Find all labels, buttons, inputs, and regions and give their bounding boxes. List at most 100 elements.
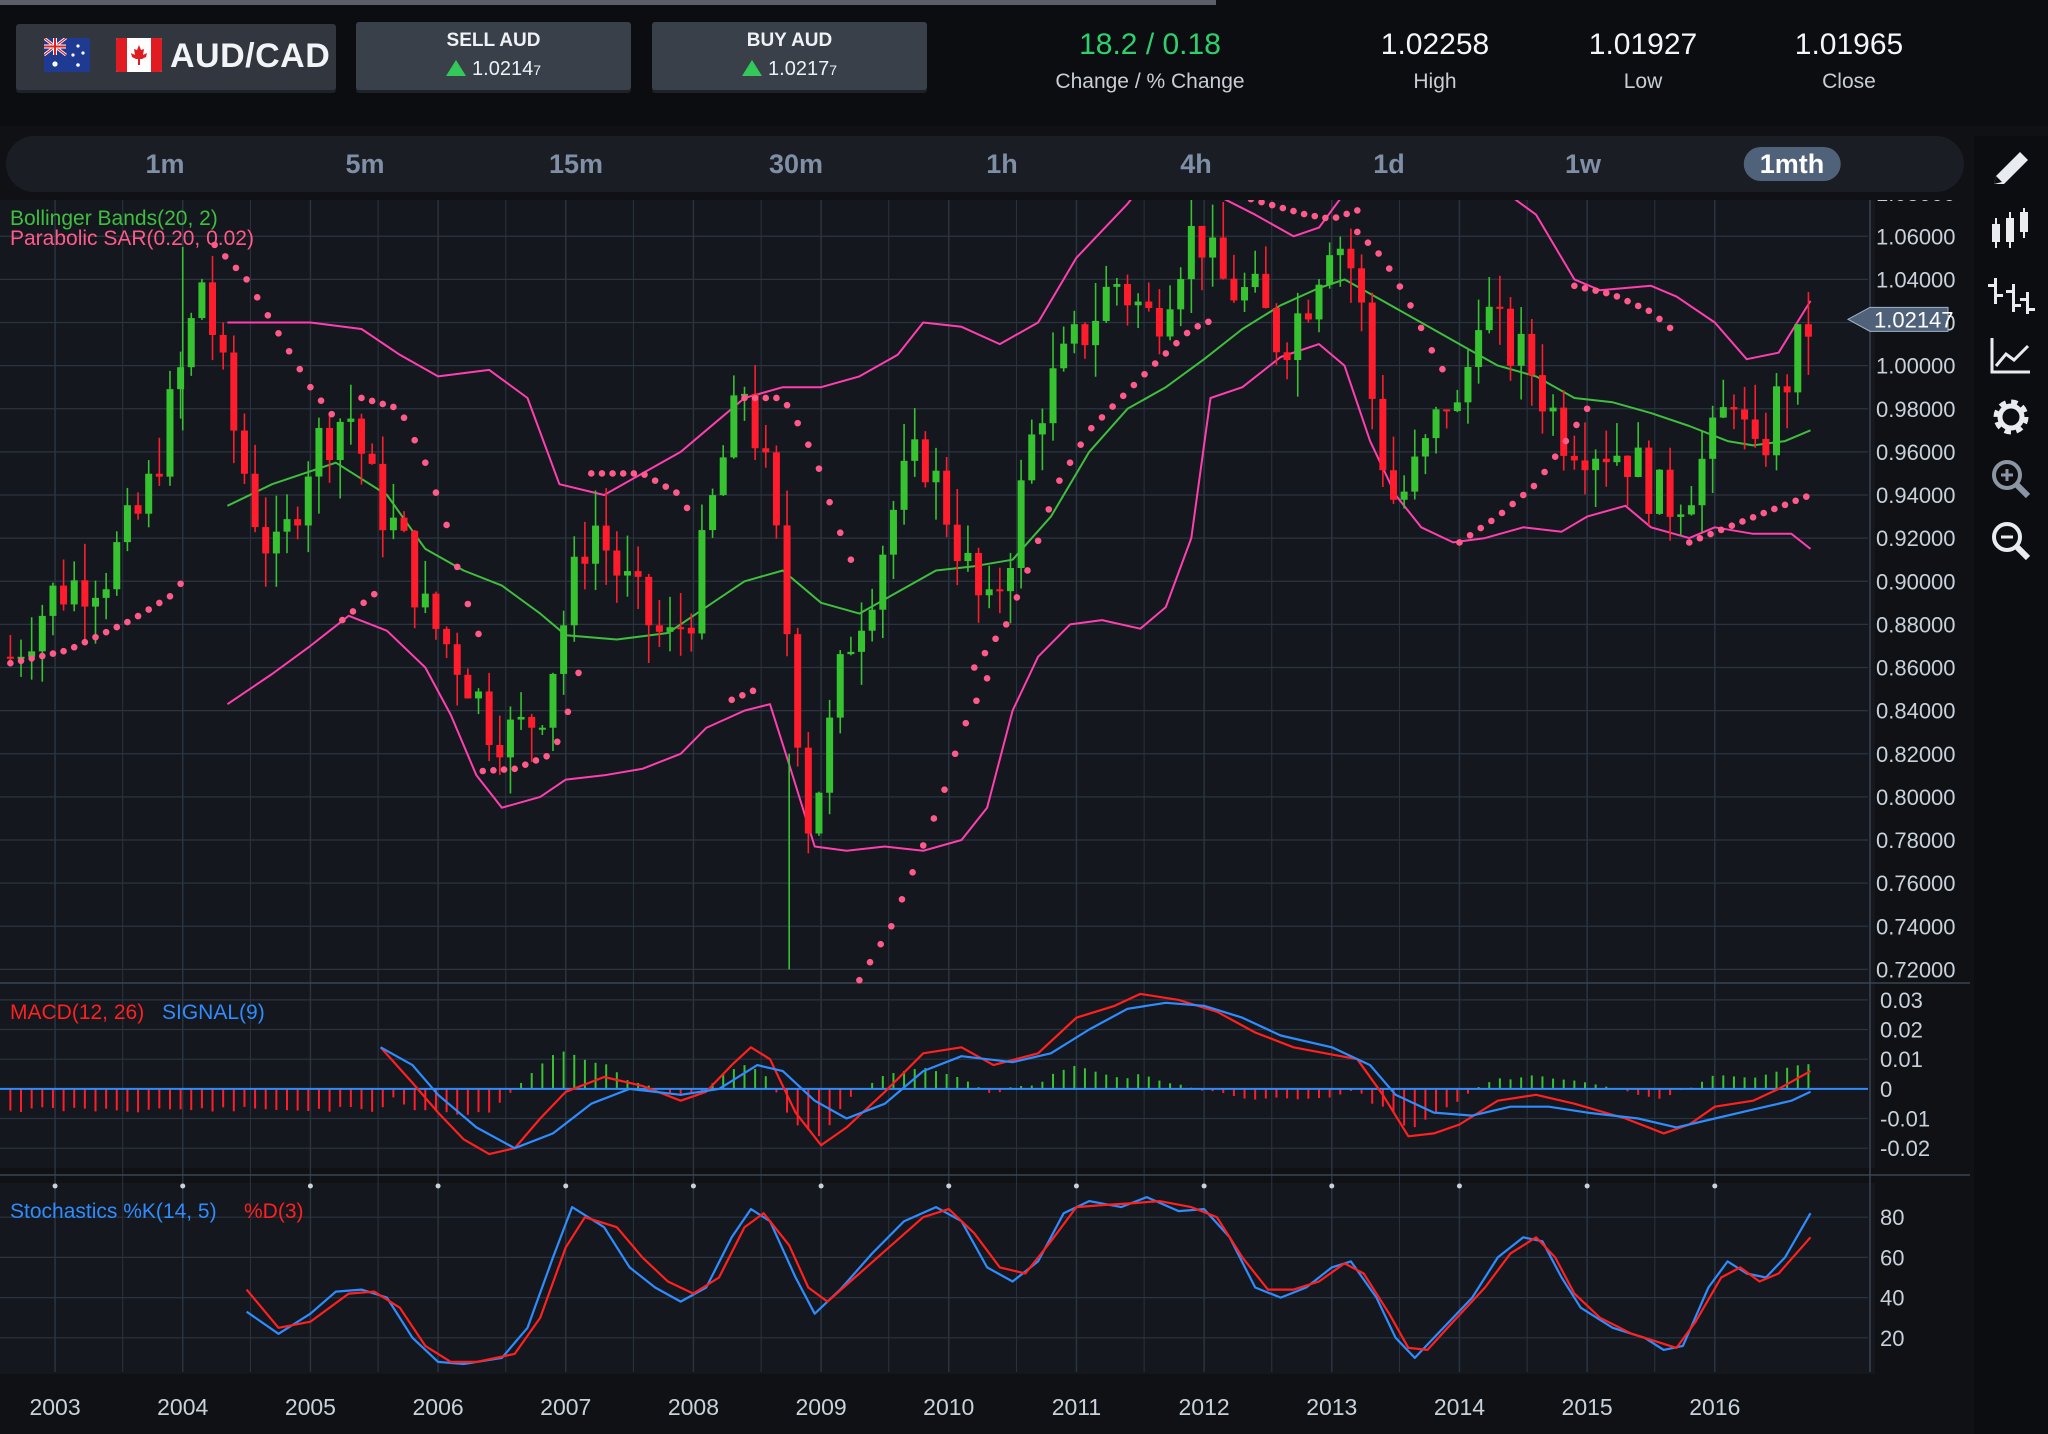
sar-dot [1407,302,1414,309]
x-tick-label: 2014 [1434,1394,1485,1420]
sar-dot [866,958,874,966]
candle-bearish [379,463,387,531]
sar-dot [307,383,314,391]
sar-dot [39,652,46,660]
candle-bearish [581,556,589,564]
instrument-name: AUD/CAD [170,37,331,75]
sar-dot [1119,392,1127,400]
sar-dot [751,394,759,402]
candle-bullish [1092,320,1100,346]
tab-1mth[interactable]: 1mth [1743,147,1841,181]
sar-dot [1685,539,1693,546]
candle-bearish [60,585,68,605]
sar-dot [1562,437,1570,445]
instrument-selector[interactable]: AUD/CAD [16,24,336,90]
candle-bullish [113,542,121,590]
candle-bearish [1528,333,1536,376]
candle-bullish [1634,447,1642,477]
candle-bearish [240,430,248,474]
x-tick-label: 2005 [285,1394,336,1420]
stochastics-tick-label: 20 [1880,1326,1904,1351]
price-tick-label: 0.96000 [1876,440,1956,465]
sar-dot [1509,500,1516,508]
candle-bullish [91,597,99,607]
sell-button[interactable]: SELL AUD 1.02147 [356,22,631,90]
candle-bullish [719,457,727,496]
sar-dot [17,657,25,665]
candle-bearish [762,448,770,453]
buy-label: BUY AUD [746,30,833,51]
sar-dot [422,459,429,466]
candle-bullish [198,282,206,319]
sar-dot [360,599,367,607]
candle-bullish [1698,458,1706,506]
buy-button[interactable]: BUY AUD 1.02177 [652,22,927,90]
tab-30m[interactable]: 30m [753,147,839,181]
candle-bearish [1230,278,1238,301]
sar-dot [1205,318,1212,326]
sar-dot [1354,207,1361,214]
australia-flag-icon [44,38,90,72]
sar-dot [1045,506,1053,513]
macd-tick-label: -0.01 [1880,1107,1930,1132]
candle-bullish [836,654,844,718]
grid-dot [435,1183,441,1189]
candle-bearish [687,627,695,634]
sar-dot [221,253,229,260]
candle-bearish [1379,398,1387,471]
candle-bearish [1804,324,1812,337]
candle-bullish [847,651,855,655]
price-tick-label: 0.72000 [1876,957,1956,982]
candle-bearish [1496,306,1504,309]
tab-1w[interactable]: 1w [1549,147,1617,181]
candle-bearish [134,505,142,514]
zoom-out-icon[interactable] [1982,512,2040,570]
line-chart-icon[interactable] [1982,326,2040,384]
candle-bearish [1762,438,1770,456]
candle-bearish [496,745,504,758]
sar-dot [1613,293,1621,300]
pencil-icon[interactable] [1982,140,2040,198]
sar-dot [749,687,757,695]
tool-sidebar [1974,136,2048,1434]
sar-dot [317,397,325,404]
grid-dot [1712,1183,1718,1189]
tab-4h[interactable]: 4h [1164,147,1228,181]
sar-dot [511,765,518,773]
candle-bullish [879,554,887,610]
tab-1h[interactable]: 1h [970,147,1034,181]
sar-dot [475,630,482,638]
candle-bullish [592,525,600,564]
high-label: High [1413,70,1457,93]
up-arrow-icon [446,60,467,76]
sar-dot [1343,210,1350,218]
up-arrow-icon [742,60,763,76]
zoom-in-icon[interactable] [1982,450,2040,508]
sar-dot [522,761,529,768]
sar-dot [919,842,927,849]
sar-dot [400,414,408,422]
sar-dot [909,869,916,876]
sar-dot [370,590,378,598]
tab-1d[interactable]: 1d [1357,147,1421,181]
ohlc-icon[interactable] [1982,264,2040,322]
candle-bullish [102,589,110,598]
candle-bullish [1049,368,1057,424]
sar-dot [898,895,906,903]
x-tick-label: 2016 [1689,1394,1740,1420]
sar-dot [285,347,293,355]
sar-dot [773,394,780,402]
tab-15m[interactable]: 15m [533,147,619,181]
gear-icon[interactable] [1982,388,2040,446]
candle-bullish [889,509,897,555]
candle-bearish [953,524,961,562]
price-chart[interactable]: 2003 2004 2005 2006 2007 2008 2009 2010 2011 2012… [0,200,1970,1434]
sar-dot [1602,289,1610,297]
sar-dot [1439,365,1446,373]
tab-1m[interactable]: 1m [129,147,200,181]
candle-bearish [1155,307,1163,337]
sar-dot [1541,468,1548,476]
candlestick-icon[interactable] [1982,202,2040,260]
tab-5m[interactable]: 5m [329,147,400,181]
candle-bearish [1581,460,1589,471]
